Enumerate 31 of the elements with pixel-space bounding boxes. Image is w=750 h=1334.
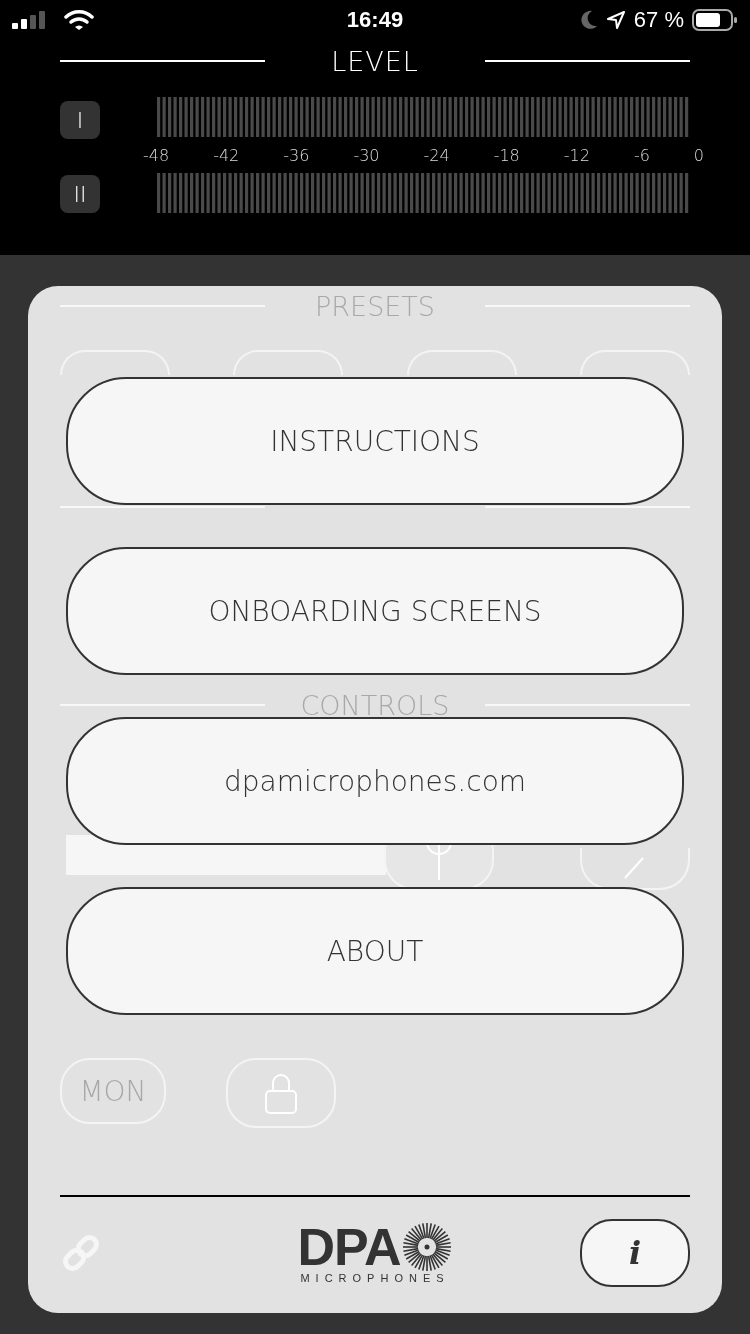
lock-icon: [264, 1071, 298, 1115]
logo-subtitle: MICROPHONES: [300, 1272, 450, 1284]
scale-label: -36: [283, 145, 310, 165]
menu-button[interactable]: INSTRUCTIONS: [66, 377, 684, 505]
wifi-icon: [64, 9, 94, 31]
channel-button[interactable]: II: [60, 175, 100, 213]
menu-button[interactable]: ABOUT: [66, 887, 684, 1015]
starburst-icon: [402, 1222, 453, 1272]
moon-icon: [579, 10, 598, 30]
battery-icon: [692, 8, 738, 32]
scale-label: -42: [213, 145, 240, 165]
signal-icon: [12, 11, 46, 29]
battery-percentage: 67 %: [633, 7, 684, 33]
scale-label: -48: [143, 145, 170, 165]
channel-button[interactable]: I: [60, 101, 100, 139]
scale-label: -18: [493, 145, 520, 165]
scale-label: -12: [563, 145, 590, 165]
pen-icon: [623, 856, 647, 880]
clock-time: 16:49: [346, 7, 404, 33]
section-title: LEVEL: [331, 45, 419, 77]
location-arrow-icon: [605, 10, 626, 30]
scale-label: -30: [353, 145, 380, 165]
scale-label: -6: [633, 145, 650, 165]
section-title: PRESETS: [315, 290, 435, 322]
menu-button[interactable]: ONBOARDING SCREENS: [66, 547, 684, 675]
logo-text: DPA: [297, 1223, 401, 1271]
info-button[interactable]: i: [580, 1219, 690, 1287]
menu-button[interactable]: dpamicrophones.com: [66, 717, 684, 845]
lock-button[interactable]: [226, 1058, 336, 1128]
scale-label: -24: [423, 145, 450, 165]
scale-label: 0: [693, 145, 704, 165]
